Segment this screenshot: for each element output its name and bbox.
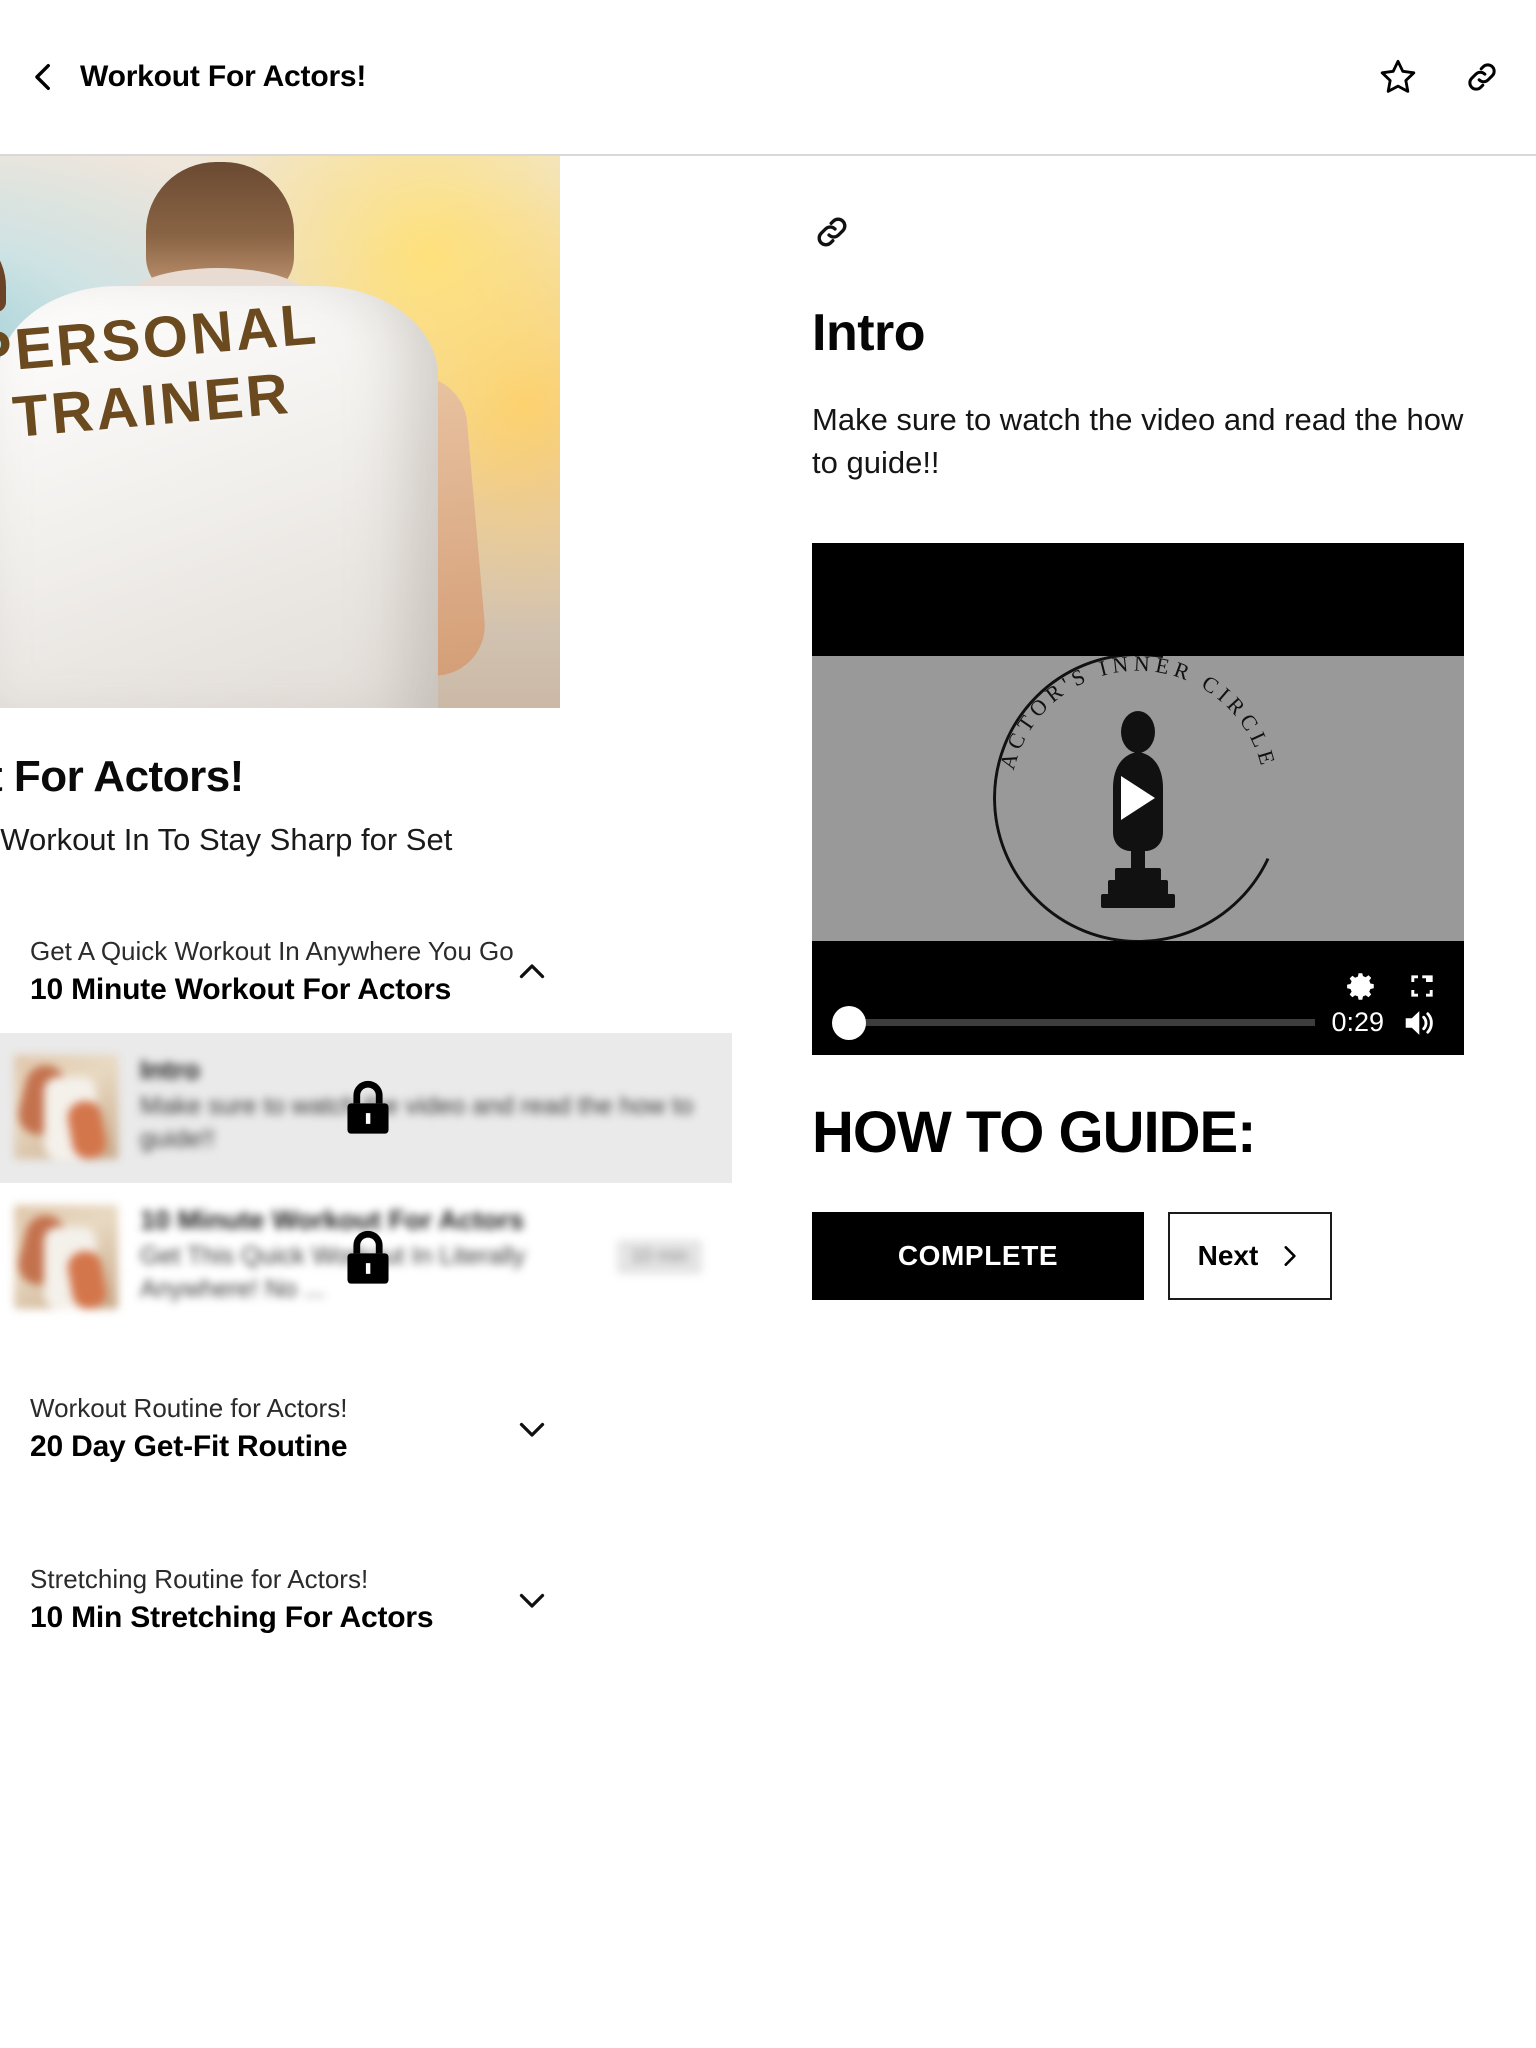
accordion-eyebrow: Get A Quick Workout In Anywhere You Go [30, 936, 514, 966]
actors-inner-circle-logo: ACTOR'S INNER CIRCLE [993, 655, 1283, 941]
accordion-title: 20 Day Get-Fit Routine [30, 1430, 348, 1463]
play-button[interactable] [1121, 776, 1155, 821]
lesson-action-buttons: COMPLETE Next [812, 1211, 1484, 1300]
video-time: 0:29 [1331, 1007, 1384, 1038]
video-progress-slider[interactable] [832, 1005, 1316, 1040]
accordion-title: 10 Min Stretching For Actors [30, 1601, 434, 1634]
course-title: Workout For Actors! [0, 752, 244, 801]
topbar-actions [1374, 53, 1506, 101]
accordion-section-header-2[interactable]: Stretching Routine for Actors! 10 Min St… [0, 1538, 732, 1661]
chevron-left-icon [35, 63, 50, 91]
lesson-item[interactable]: Intro Make sure to watch the video and r… [0, 1033, 732, 1183]
lesson-text: Intro Make sure to watch the video and r… [140, 1055, 702, 1159]
chevron-down-icon[interactable] [514, 1411, 550, 1447]
lock-icon [347, 1080, 389, 1134]
video-seek-bar-row: 0:29 [812, 991, 1464, 1055]
course-hero-image: PERSONAL TRAINER [0, 156, 560, 708]
accordion-section-header-0[interactable]: Get A Quick Workout In Anywhere You Go 1… [0, 910, 732, 1033]
video-controls: 0:29 [812, 940, 1464, 1055]
top-app-bar: Workout For Actors! [0, 0, 1536, 156]
lesson-list-0: Intro Make sure to watch the video and r… [0, 1033, 732, 1333]
lesson-item[interactable]: 10 Minute Workout For Actors Get This Qu… [0, 1183, 732, 1333]
back-button[interactable] [14, 47, 74, 107]
video-progress-knob[interactable] [832, 1005, 866, 1040]
lesson-name: Intro [140, 1055, 200, 1085]
page-title: Workout For Actors! [80, 60, 367, 93]
lesson-thumbnail [14, 1055, 118, 1159]
accordion-eyebrow: Workout Routine for Actors! [30, 1393, 348, 1423]
favorite-button[interactable] [1374, 53, 1422, 101]
lock-icon [347, 1230, 389, 1284]
star-icon [1380, 59, 1416, 93]
lesson-body-text: Make sure to watch the video and read th… [812, 402, 1464, 480]
lesson-description: Make sure to watch the video and read th… [140, 1092, 694, 1153]
next-button-label: Next [1197, 1239, 1259, 1271]
lesson-duration-badge: 10 min [616, 1240, 702, 1274]
video-letterbox-top [812, 542, 1464, 656]
accordion-section-header-1[interactable]: Workout Routine for Actors! 20 Day Get-F… [0, 1367, 732, 1490]
lesson-panel: Intro Make sure to watch the video and r… [732, 156, 1536, 2048]
link-icon[interactable] [812, 212, 852, 252]
course-subtitle: Get A Quick Workout In To Stay Sharp for… [0, 822, 453, 857]
share-link-button[interactable] [1458, 53, 1506, 101]
course-sidebar: PERSONAL TRAINER Workout For Actors! Get… [0, 156, 732, 2048]
video-poster: ACTOR'S INNER CIRCLE [812, 655, 1464, 941]
chevron-down-icon[interactable] [514, 1582, 550, 1618]
next-button[interactable]: Next [1168, 1211, 1332, 1300]
accordion-title: 10 Minute Workout For Actors [30, 973, 452, 1006]
link-icon [1468, 63, 1496, 91]
chevron-right-icon [1284, 1245, 1297, 1266]
lesson-title: Intro [812, 304, 926, 362]
curriculum-accordion: Get A Quick Workout In Anywhere You Go 1… [0, 910, 732, 1661]
content-area: PERSONAL TRAINER Workout For Actors! Get… [0, 156, 1536, 2048]
complete-button[interactable]: COMPLETE [812, 1211, 1144, 1300]
video-player[interactable]: ACTOR'S INNER CIRCLE 0:29 [812, 542, 1464, 1055]
lesson-thumbnail [14, 1205, 118, 1309]
volume-icon[interactable] [1400, 1006, 1442, 1040]
accordion-eyebrow: Stretching Routine for Actors! [30, 1564, 369, 1594]
chevron-up-icon[interactable] [514, 954, 550, 990]
how-to-guide-heading: HOW TO GUIDE: [812, 1099, 1256, 1165]
